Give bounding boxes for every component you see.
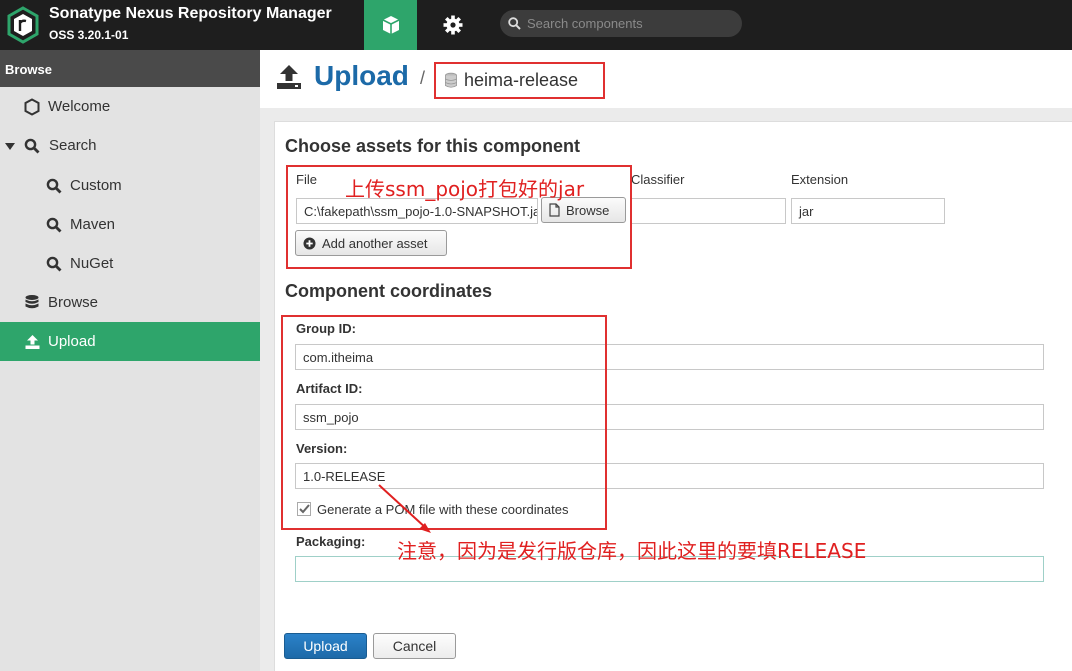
sidebar-item-nuget[interactable]: NuGet [0, 244, 260, 283]
sidebar-item-custom[interactable]: Custom [0, 166, 260, 205]
annotation-upload-note: 上传ssm_pojo打包好的jar [345, 177, 585, 201]
search-input[interactable] [527, 16, 727, 31]
annotation-arrow-icon [378, 484, 431, 533]
upload-form-panel: Choose assets for this component File C:… [274, 121, 1072, 671]
hexagon-icon [23, 97, 41, 116]
annotation-box-coordinates [281, 315, 607, 530]
page-header: Upload / heima-release [260, 50, 1072, 108]
assets-section-title: Choose assets for this component [285, 136, 581, 156]
extension-field[interactable]: jar [791, 198, 945, 224]
app-title: Sonatype Nexus Repository Manager [49, 5, 332, 22]
upload-icon [277, 65, 301, 89]
top-bar: Sonatype Nexus Repository Manager OSS 3.… [0, 0, 1072, 50]
sidebar-item-maven[interactable]: Maven [0, 205, 260, 244]
coordinates-section-title: Component coordinates [285, 281, 493, 301]
nav-admin-button[interactable] [430, 0, 476, 50]
packaging-label: Packaging: [296, 534, 366, 549]
nexus-logo-icon[interactable] [6, 6, 40, 44]
upload-button[interactable]: Upload [284, 633, 367, 659]
sidebar-item-browse[interactable]: Browse [0, 283, 260, 322]
sidebar-item-label: NuGet [70, 255, 114, 272]
search-box[interactable] [500, 10, 742, 37]
caret-down-icon[interactable] [5, 143, 15, 150]
search-icon [45, 216, 63, 234]
search-icon [45, 177, 63, 195]
app-version: OSS 3.20.1-01 [49, 28, 129, 42]
upload-icon [23, 333, 41, 351]
repository-breadcrumb[interactable]: heima-release [434, 62, 605, 99]
nav-browse-button[interactable] [364, 0, 417, 50]
cancel-button[interactable]: Cancel [373, 633, 456, 659]
search-icon [23, 137, 41, 155]
sidebar-item-welcome[interactable]: Welcome [0, 87, 260, 126]
repository-name: heima-release [464, 70, 579, 90]
sidebar-item-label: Search [49, 137, 97, 154]
search-icon [45, 255, 63, 273]
sidebar-item-label: Custom [70, 177, 122, 194]
sidebar-header: Browse [0, 50, 260, 87]
classifier-label: Classifier [631, 172, 685, 187]
sidebar-item-label: Welcome [48, 98, 111, 115]
sidebar-item-upload[interactable]: Upload [0, 322, 260, 361]
gear-icon [443, 15, 463, 35]
sidebar-item-search[interactable]: Search [0, 126, 260, 165]
database-icon [445, 72, 457, 88]
breadcrumb-separator: / [420, 68, 426, 88]
main-content: Upload / heima-release Choose assets for… [260, 50, 1072, 671]
extension-label: Extension [791, 172, 849, 187]
database-icon [23, 294, 41, 312]
classifier-field[interactable] [631, 198, 786, 224]
page-title: Upload [314, 60, 409, 91]
annotation-release-note: 注意，因为是发行版仓库，因此这里的要填RELEASE [397, 539, 867, 563]
search-icon [508, 17, 521, 30]
sidebar-item-label: Upload [48, 333, 96, 350]
sidebar-item-label: Maven [70, 216, 116, 233]
sidebar-item-label: Browse [48, 294, 99, 311]
cube-icon [382, 16, 399, 34]
sidebar: Browse Welcome Search Custom Maven NuGet [0, 50, 260, 671]
